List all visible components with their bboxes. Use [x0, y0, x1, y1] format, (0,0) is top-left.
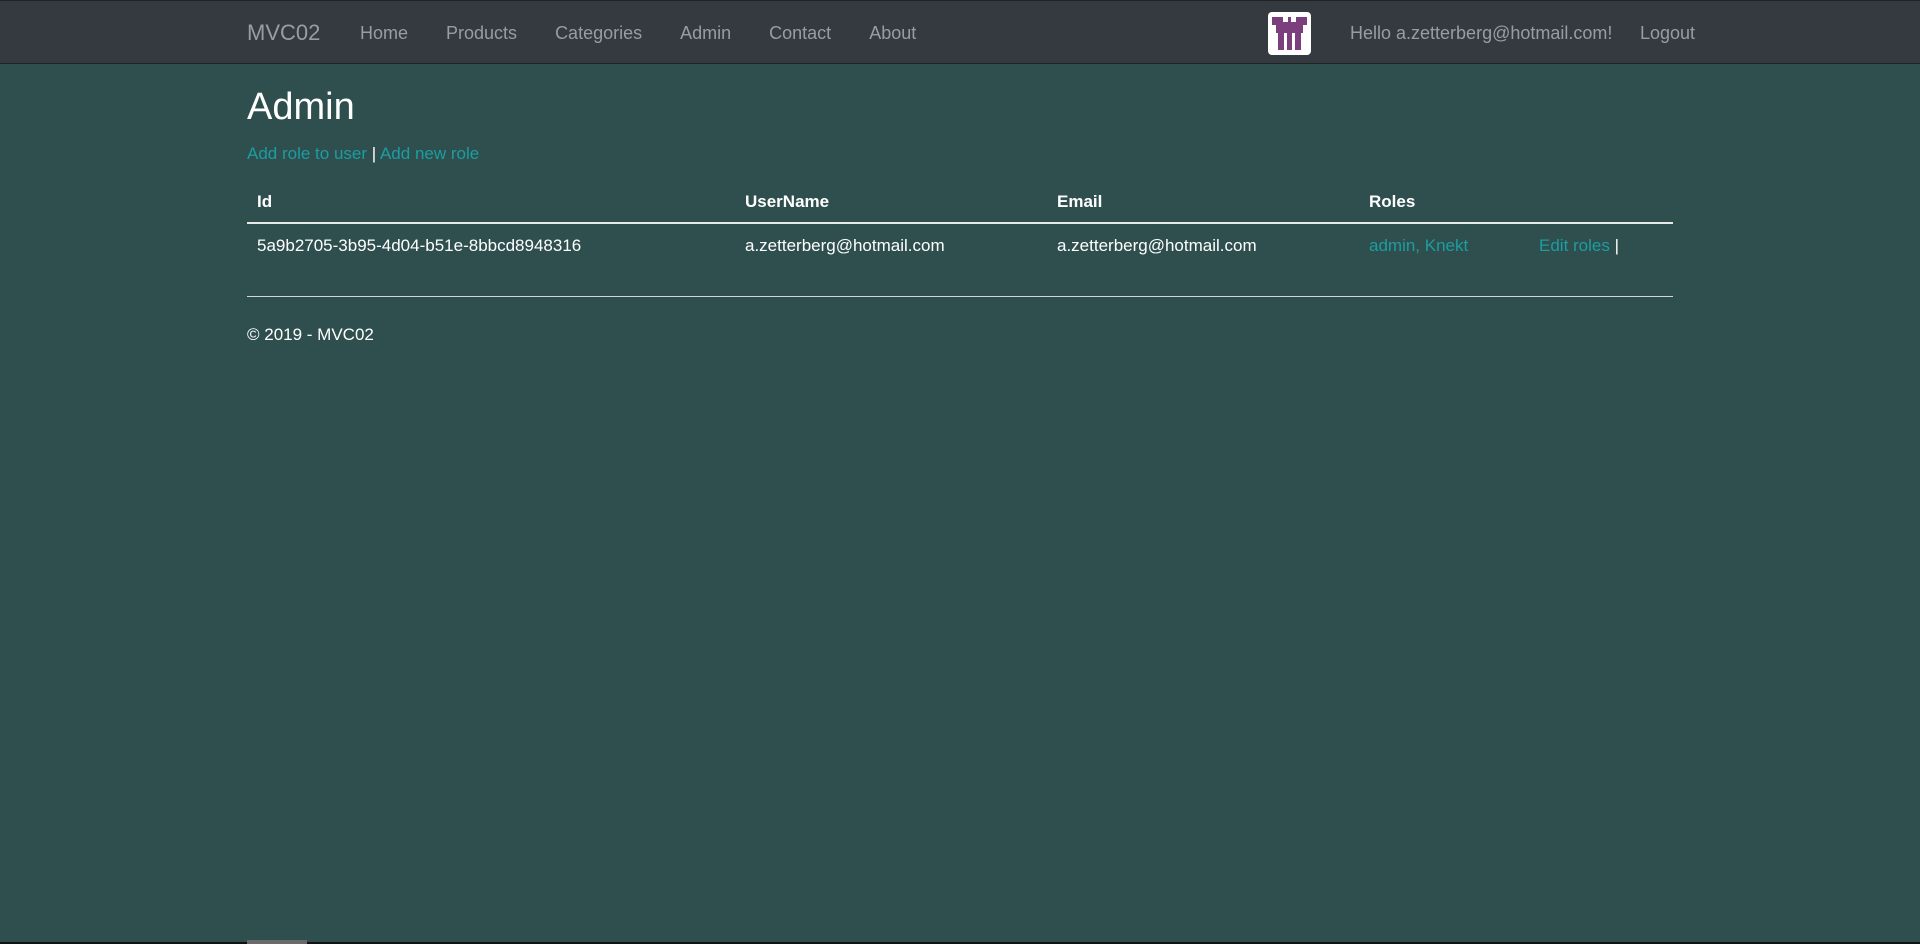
column-header-id: Id	[247, 185, 735, 224]
column-header-roles: Roles	[1359, 185, 1529, 224]
user-greeting-link[interactable]: Hello a.zetterberg@hotmail.com!	[1350, 23, 1612, 44]
top-navbar: MVC02 Home Products Categories Admin Con…	[0, 0, 1920, 64]
table-header-row: Id UserName Email Roles	[247, 185, 1673, 224]
users-table: Id UserName Email Roles 5a9b2705-3b95-4d…	[247, 185, 1673, 274]
page-footer: © 2019 - MVC02	[247, 325, 374, 345]
roles-link[interactable]: admin, Knekt	[1369, 236, 1468, 255]
nav-link-home[interactable]: Home	[360, 23, 408, 44]
table-row: 5a9b2705-3b95-4d04-b51e-8bbcd8948316 a.z…	[247, 223, 1673, 274]
user-avatar-icon[interactable]	[1268, 12, 1311, 55]
page-title: Admin	[247, 86, 355, 128]
nav-link-contact[interactable]: Contact	[769, 23, 831, 44]
roles-cell: admin, Knekt	[1359, 223, 1529, 274]
nav-link-admin[interactable]: Admin	[680, 23, 731, 44]
email-cell: a.zetterberg@hotmail.com	[1057, 236, 1257, 255]
nav-link-about[interactable]: About	[869, 23, 916, 44]
user-id-cell: 5a9b2705-3b95-4d04-b51e-8bbcd8948316	[257, 236, 582, 255]
column-header-actions	[1529, 185, 1673, 224]
actions-separator: |	[1614, 236, 1620, 255]
copyright-text: © 2019 - MVC02	[247, 325, 374, 344]
edit-roles-link[interactable]: Edit roles	[1539, 236, 1610, 255]
pixel-identicon-icon	[1272, 17, 1307, 50]
footer-divider	[247, 296, 1673, 297]
logout-link[interactable]: Logout	[1640, 23, 1695, 44]
column-header-username: UserName	[735, 185, 1047, 224]
main-nav: Home Products Categories Admin Contact A…	[360, 23, 954, 44]
column-header-email: Email	[1047, 185, 1359, 224]
add-new-role-link[interactable]: Add new role	[380, 144, 479, 163]
brand-link[interactable]: MVC02	[247, 20, 320, 46]
actions-cell: Edit roles |	[1529, 223, 1673, 274]
admin-actions: Add role to user | Add new role	[247, 144, 479, 164]
username-cell: a.zetterberg@hotmail.com	[745, 236, 945, 255]
bottom-scroll-indicator	[247, 940, 307, 944]
add-role-to-user-link[interactable]: Add role to user	[247, 144, 367, 163]
nav-link-categories[interactable]: Categories	[555, 23, 642, 44]
action-separator: |	[371, 144, 377, 163]
nav-link-products[interactable]: Products	[446, 23, 517, 44]
